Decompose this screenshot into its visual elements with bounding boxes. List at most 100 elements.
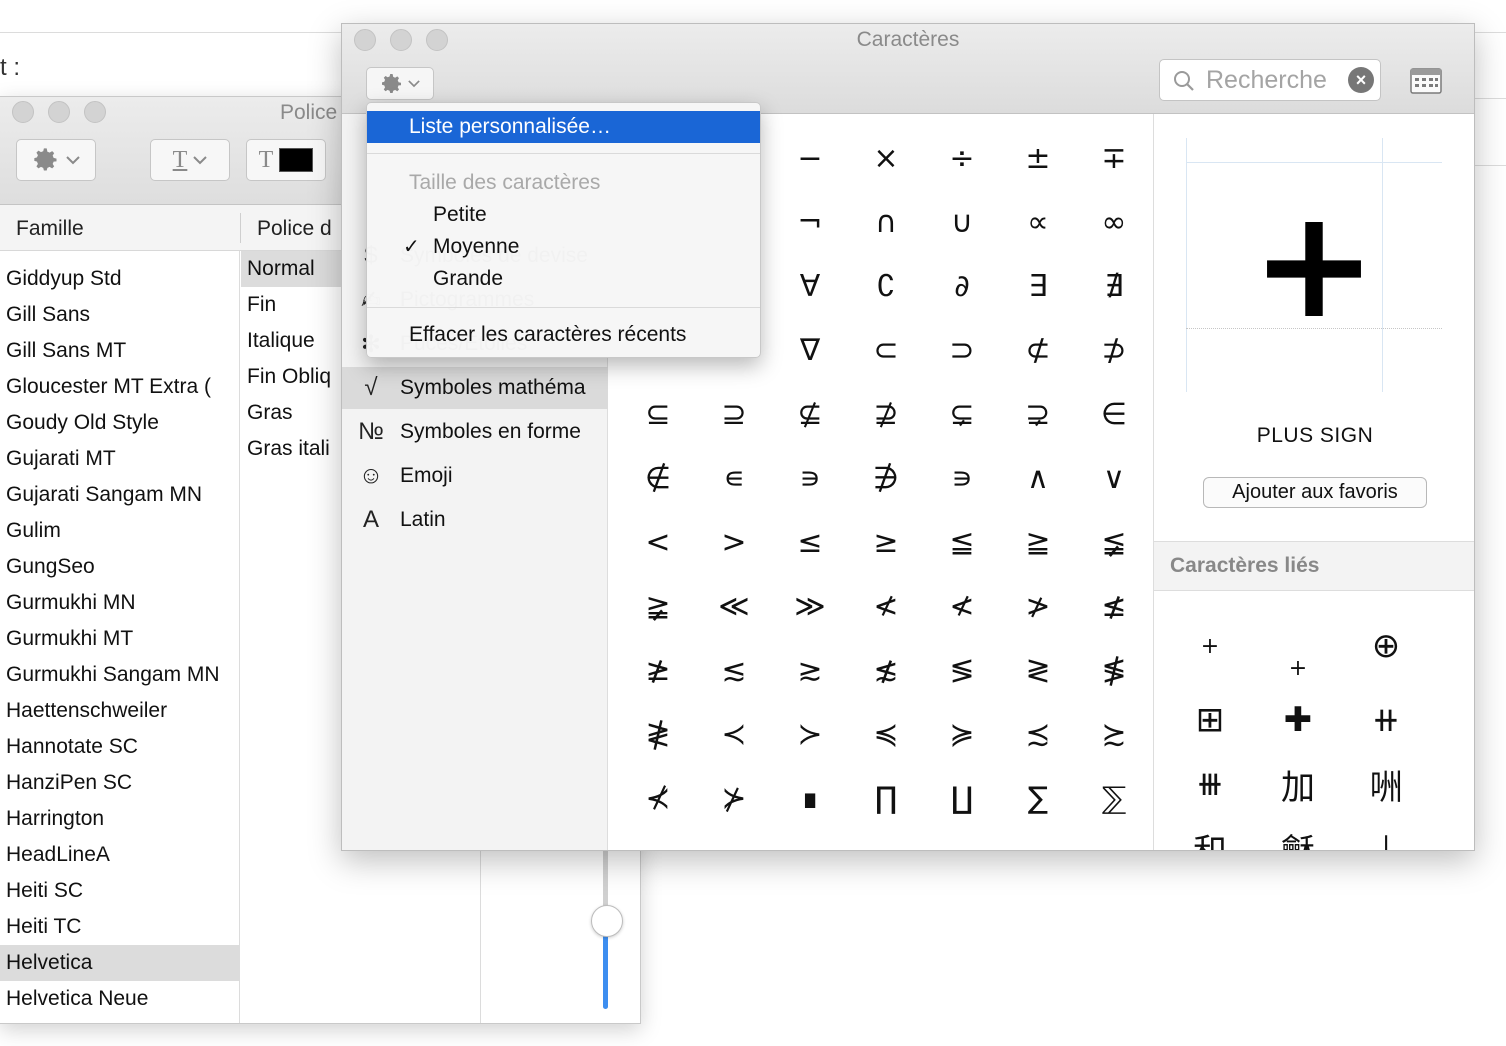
character-cell[interactable]: ≾ bbox=[1000, 702, 1076, 766]
family-list-item[interactable]: HanziPen SC bbox=[0, 765, 239, 801]
character-cell[interactable]: ⊀ bbox=[620, 766, 696, 830]
character-cell[interactable]: ⊄ bbox=[1000, 318, 1076, 382]
family-list[interactable]: Giddyup Std Gill Sans Gill Sans MT Gloucest… bbox=[0, 251, 240, 1023]
character-cell[interactable]: ≳ bbox=[772, 638, 848, 702]
related-character-cell[interactable]: 和 bbox=[1166, 818, 1254, 851]
character-cell[interactable]: ∓ bbox=[1076, 126, 1152, 190]
character-cell[interactable]: ≻ bbox=[772, 702, 848, 766]
category-item[interactable]: № Symboles en forme bbox=[342, 411, 608, 453]
category-item[interactable]: √ Symboles mathéma bbox=[342, 367, 608, 409]
character-cell[interactable]: ÷ bbox=[924, 126, 1000, 190]
search-field[interactable]: Recherche × bbox=[1159, 59, 1381, 101]
add-to-favorites-button[interactable]: Ajouter aux favoris bbox=[1203, 477, 1427, 508]
gear-menu-button[interactable] bbox=[366, 67, 434, 100]
character-cell[interactable]: ∩ bbox=[848, 190, 924, 254]
character-cell[interactable]: ≯ bbox=[1000, 574, 1076, 638]
fonts-action-button[interactable] bbox=[16, 139, 96, 181]
related-character-cell[interactable]: ⊕ bbox=[1342, 616, 1430, 676]
character-cell[interactable]: ≼ bbox=[848, 702, 924, 766]
character-cell[interactable]: ∪ bbox=[924, 190, 1000, 254]
character-cell[interactable]: > bbox=[696, 510, 772, 574]
family-list-item[interactable]: Haettenschweiler bbox=[0, 693, 239, 729]
related-character-cell[interactable]: ⊥ bbox=[1342, 818, 1430, 850]
close-window-button[interactable] bbox=[12, 101, 34, 123]
character-cell[interactable]: ∎ bbox=[772, 766, 848, 830]
character-cell[interactable]: ⊉ bbox=[848, 382, 924, 446]
character-cell[interactable]: ⊇ bbox=[696, 382, 772, 446]
character-cell[interactable]: ⊊ bbox=[924, 382, 1000, 446]
related-character-cell[interactable]: + bbox=[1166, 616, 1254, 676]
character-cell[interactable]: ∧ bbox=[1000, 446, 1076, 510]
family-list-item[interactable]: Gurmukhi MN bbox=[0, 585, 239, 621]
character-grid-icon[interactable] bbox=[1410, 68, 1442, 94]
text-style-button[interactable]: T bbox=[150, 139, 230, 181]
character-cell[interactable]: ∇ bbox=[772, 318, 848, 382]
character-cell[interactable]: ∞ bbox=[1076, 190, 1152, 254]
related-character-cell[interactable]: ✚ bbox=[1254, 690, 1342, 750]
related-character-cell[interactable]: ⧺ bbox=[1342, 690, 1430, 750]
family-list-item[interactable]: Goudy Old Style bbox=[0, 405, 239, 441]
character-cell[interactable]: ∊ bbox=[696, 446, 772, 510]
text-color-button[interactable]: T bbox=[246, 139, 326, 181]
character-cell[interactable]: ≥ bbox=[848, 510, 924, 574]
character-cell[interactable]: < bbox=[620, 510, 696, 574]
family-list-item[interactable]: Gurmukhi MT bbox=[0, 621, 239, 657]
character-cell[interactable]: ∑ bbox=[1000, 766, 1076, 830]
character-cell[interactable]: ∐ bbox=[924, 766, 1000, 830]
related-character-cell[interactable]: + bbox=[1254, 638, 1342, 698]
character-cell[interactable]: ≿ bbox=[1076, 702, 1152, 766]
character-cell[interactable]: ≦ bbox=[924, 510, 1000, 574]
character-cell[interactable]: ≴ bbox=[848, 638, 924, 702]
character-cell[interactable]: ⊁ bbox=[696, 766, 772, 830]
menu-item-size[interactable]: ✓ Moyenne bbox=[367, 231, 760, 263]
zoom-window-button[interactable] bbox=[84, 101, 106, 123]
family-list-item[interactable]: Helvetica Neue bbox=[0, 981, 239, 1017]
typeface-column-header[interactable]: Police d bbox=[257, 217, 332, 241]
family-list-item[interactable]: HeadLineA bbox=[0, 837, 239, 873]
character-cell[interactable]: ∀ bbox=[772, 254, 848, 318]
character-cell[interactable]: ≤ bbox=[772, 510, 848, 574]
family-list-item[interactable]: Giddyup Std bbox=[0, 261, 239, 297]
character-cell[interactable]: ⊋ bbox=[1000, 382, 1076, 446]
character-cell[interactable]: ≱ bbox=[620, 638, 696, 702]
character-cell[interactable]: ≹ bbox=[620, 702, 696, 766]
character-cell[interactable]: ≮ bbox=[924, 574, 1000, 638]
menu-item-size[interactable]: Petite bbox=[367, 199, 760, 231]
character-cell[interactable]: ¬ bbox=[772, 190, 848, 254]
family-list-item[interactable]: Gill Sans MT bbox=[0, 333, 239, 369]
family-list-item[interactable]: Gloucester MT Extra ( bbox=[0, 369, 239, 405]
category-item[interactable]: A Latin bbox=[342, 499, 608, 541]
related-character-cell[interactable]: 龢 bbox=[1254, 818, 1342, 851]
character-cell[interactable]: ∄ bbox=[1076, 254, 1152, 318]
family-list-item[interactable]: Heiti TC bbox=[0, 909, 239, 945]
family-list-item[interactable]: Hannotate SC bbox=[0, 729, 239, 765]
size-slider-knob[interactable] bbox=[591, 905, 623, 937]
character-cell[interactable]: × bbox=[848, 126, 924, 190]
character-cell[interactable]: ≰ bbox=[1076, 574, 1152, 638]
related-character-cell[interactable]: 加 bbox=[1254, 754, 1342, 814]
character-cell[interactable]: ≸ bbox=[1076, 638, 1152, 702]
character-cell[interactable]: ∨ bbox=[1076, 446, 1152, 510]
character-cell[interactable]: ∌ bbox=[848, 446, 924, 510]
character-cell[interactable]: ∝ bbox=[1000, 190, 1076, 254]
character-cell[interactable]: ≺ bbox=[696, 702, 772, 766]
character-cell[interactable]: ∁ bbox=[848, 254, 924, 318]
character-cell[interactable]: ≮ bbox=[848, 574, 924, 638]
character-cell[interactable]: ⊅ bbox=[1076, 318, 1152, 382]
search-clear-icon[interactable]: × bbox=[1348, 67, 1374, 93]
character-cell[interactable]: ∂ bbox=[924, 254, 1000, 318]
family-list-item[interactable]: Helvetica bbox=[0, 945, 239, 981]
character-cell[interactable]: ≪ bbox=[696, 574, 772, 638]
character-cell[interactable]: ⊈ bbox=[772, 382, 848, 446]
family-list-item[interactable]: Harrington bbox=[0, 801, 239, 837]
character-cell[interactable]: ⊃ bbox=[924, 318, 1000, 382]
character-cell[interactable]: ∃ bbox=[1000, 254, 1076, 318]
family-list-item[interactable]: GungSeo bbox=[0, 549, 239, 585]
family-column-header[interactable]: Famille bbox=[16, 217, 84, 241]
character-cell[interactable]: ∍ bbox=[772, 446, 848, 510]
related-character-cell[interactable]: 㖄 bbox=[1342, 754, 1430, 814]
character-cell[interactable]: ≧ bbox=[1000, 510, 1076, 574]
character-cell[interactable]: ≩ bbox=[620, 574, 696, 638]
family-list-item[interactable]: Gurmukhi Sangam MN bbox=[0, 657, 239, 693]
character-cell[interactable]: ≷ bbox=[1000, 638, 1076, 702]
